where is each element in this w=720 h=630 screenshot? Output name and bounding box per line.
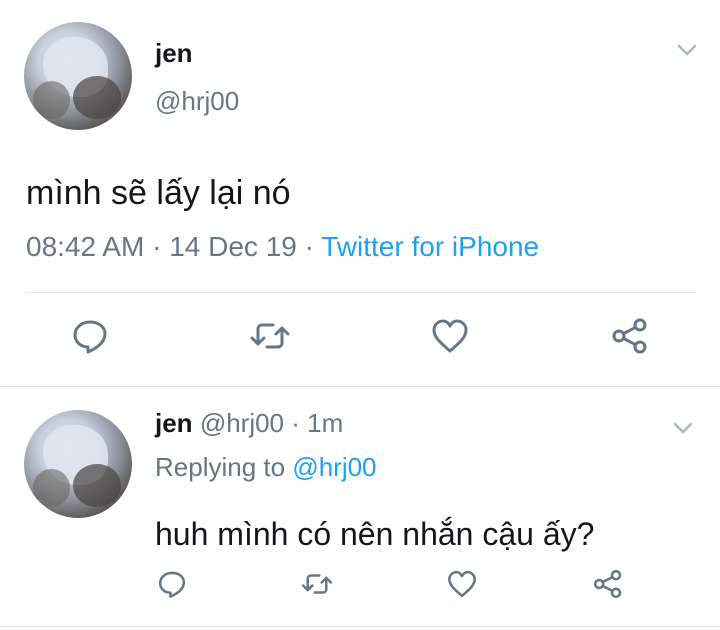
tweet-meta: 08:42 AM · 14 Dec 19 · Twitter for iPhon…: [26, 231, 539, 263]
reply-icon: [73, 320, 107, 354]
share-icon: [593, 569, 622, 599]
meta-separator: ·: [284, 408, 308, 438]
tweet-actions: [0, 314, 720, 364]
tweet-separator: [0, 386, 720, 387]
share-button[interactable]: [590, 566, 626, 602]
like-button[interactable]: [428, 314, 472, 358]
reply-header: jen @hrj00 · 1m: [155, 408, 343, 439]
divider: [0, 626, 720, 627]
author-name[interactable]: jen: [155, 408, 193, 438]
replying-label: Replying to: [155, 452, 293, 482]
chevron-down-icon[interactable]: [672, 420, 694, 436]
main-tweet: jen @hrj00 mình sẽ lấy lại nó 08:42 AM ·…: [0, 0, 720, 385]
tweet-time: 1m: [307, 408, 344, 438]
meta-separator: ·: [296, 231, 322, 262]
retweet-icon: [301, 574, 333, 594]
author-handle[interactable]: @hrj00: [200, 408, 284, 438]
meta-separator: ·: [144, 231, 170, 262]
retweet-button[interactable]: [299, 566, 335, 602]
divider: [26, 292, 696, 293]
like-button[interactable]: [444, 566, 480, 602]
retweet-icon: [250, 323, 290, 349]
tweet-time: 08:42 AM: [26, 231, 145, 262]
tweet-actions: [0, 566, 720, 606]
replying-to: Replying to @hrj00: [155, 452, 377, 483]
replying-to-link[interactable]: @hrj00: [292, 452, 376, 482]
tweet-text: huh mình có nên nhắn cậu ấy?: [155, 516, 595, 552]
tweet-text: mình sẽ lấy lại nó: [26, 174, 291, 212]
avatar[interactable]: [24, 410, 132, 518]
reply-button[interactable]: [68, 314, 112, 358]
retweet-button[interactable]: [248, 314, 292, 358]
like-icon: [432, 319, 468, 353]
avatar[interactable]: [24, 22, 132, 130]
tweet-source-link[interactable]: Twitter for iPhone: [321, 231, 539, 262]
author-handle[interactable]: @hrj00: [155, 86, 239, 117]
reply-button[interactable]: [154, 566, 190, 602]
share-icon: [612, 318, 647, 354]
like-icon: [448, 570, 476, 598]
share-button[interactable]: [608, 314, 652, 358]
tweet-date: 14 Dec 19: [169, 231, 297, 262]
reply-icon: [158, 571, 186, 598]
chevron-down-icon[interactable]: [676, 42, 698, 58]
author-name[interactable]: jen: [155, 38, 193, 69]
